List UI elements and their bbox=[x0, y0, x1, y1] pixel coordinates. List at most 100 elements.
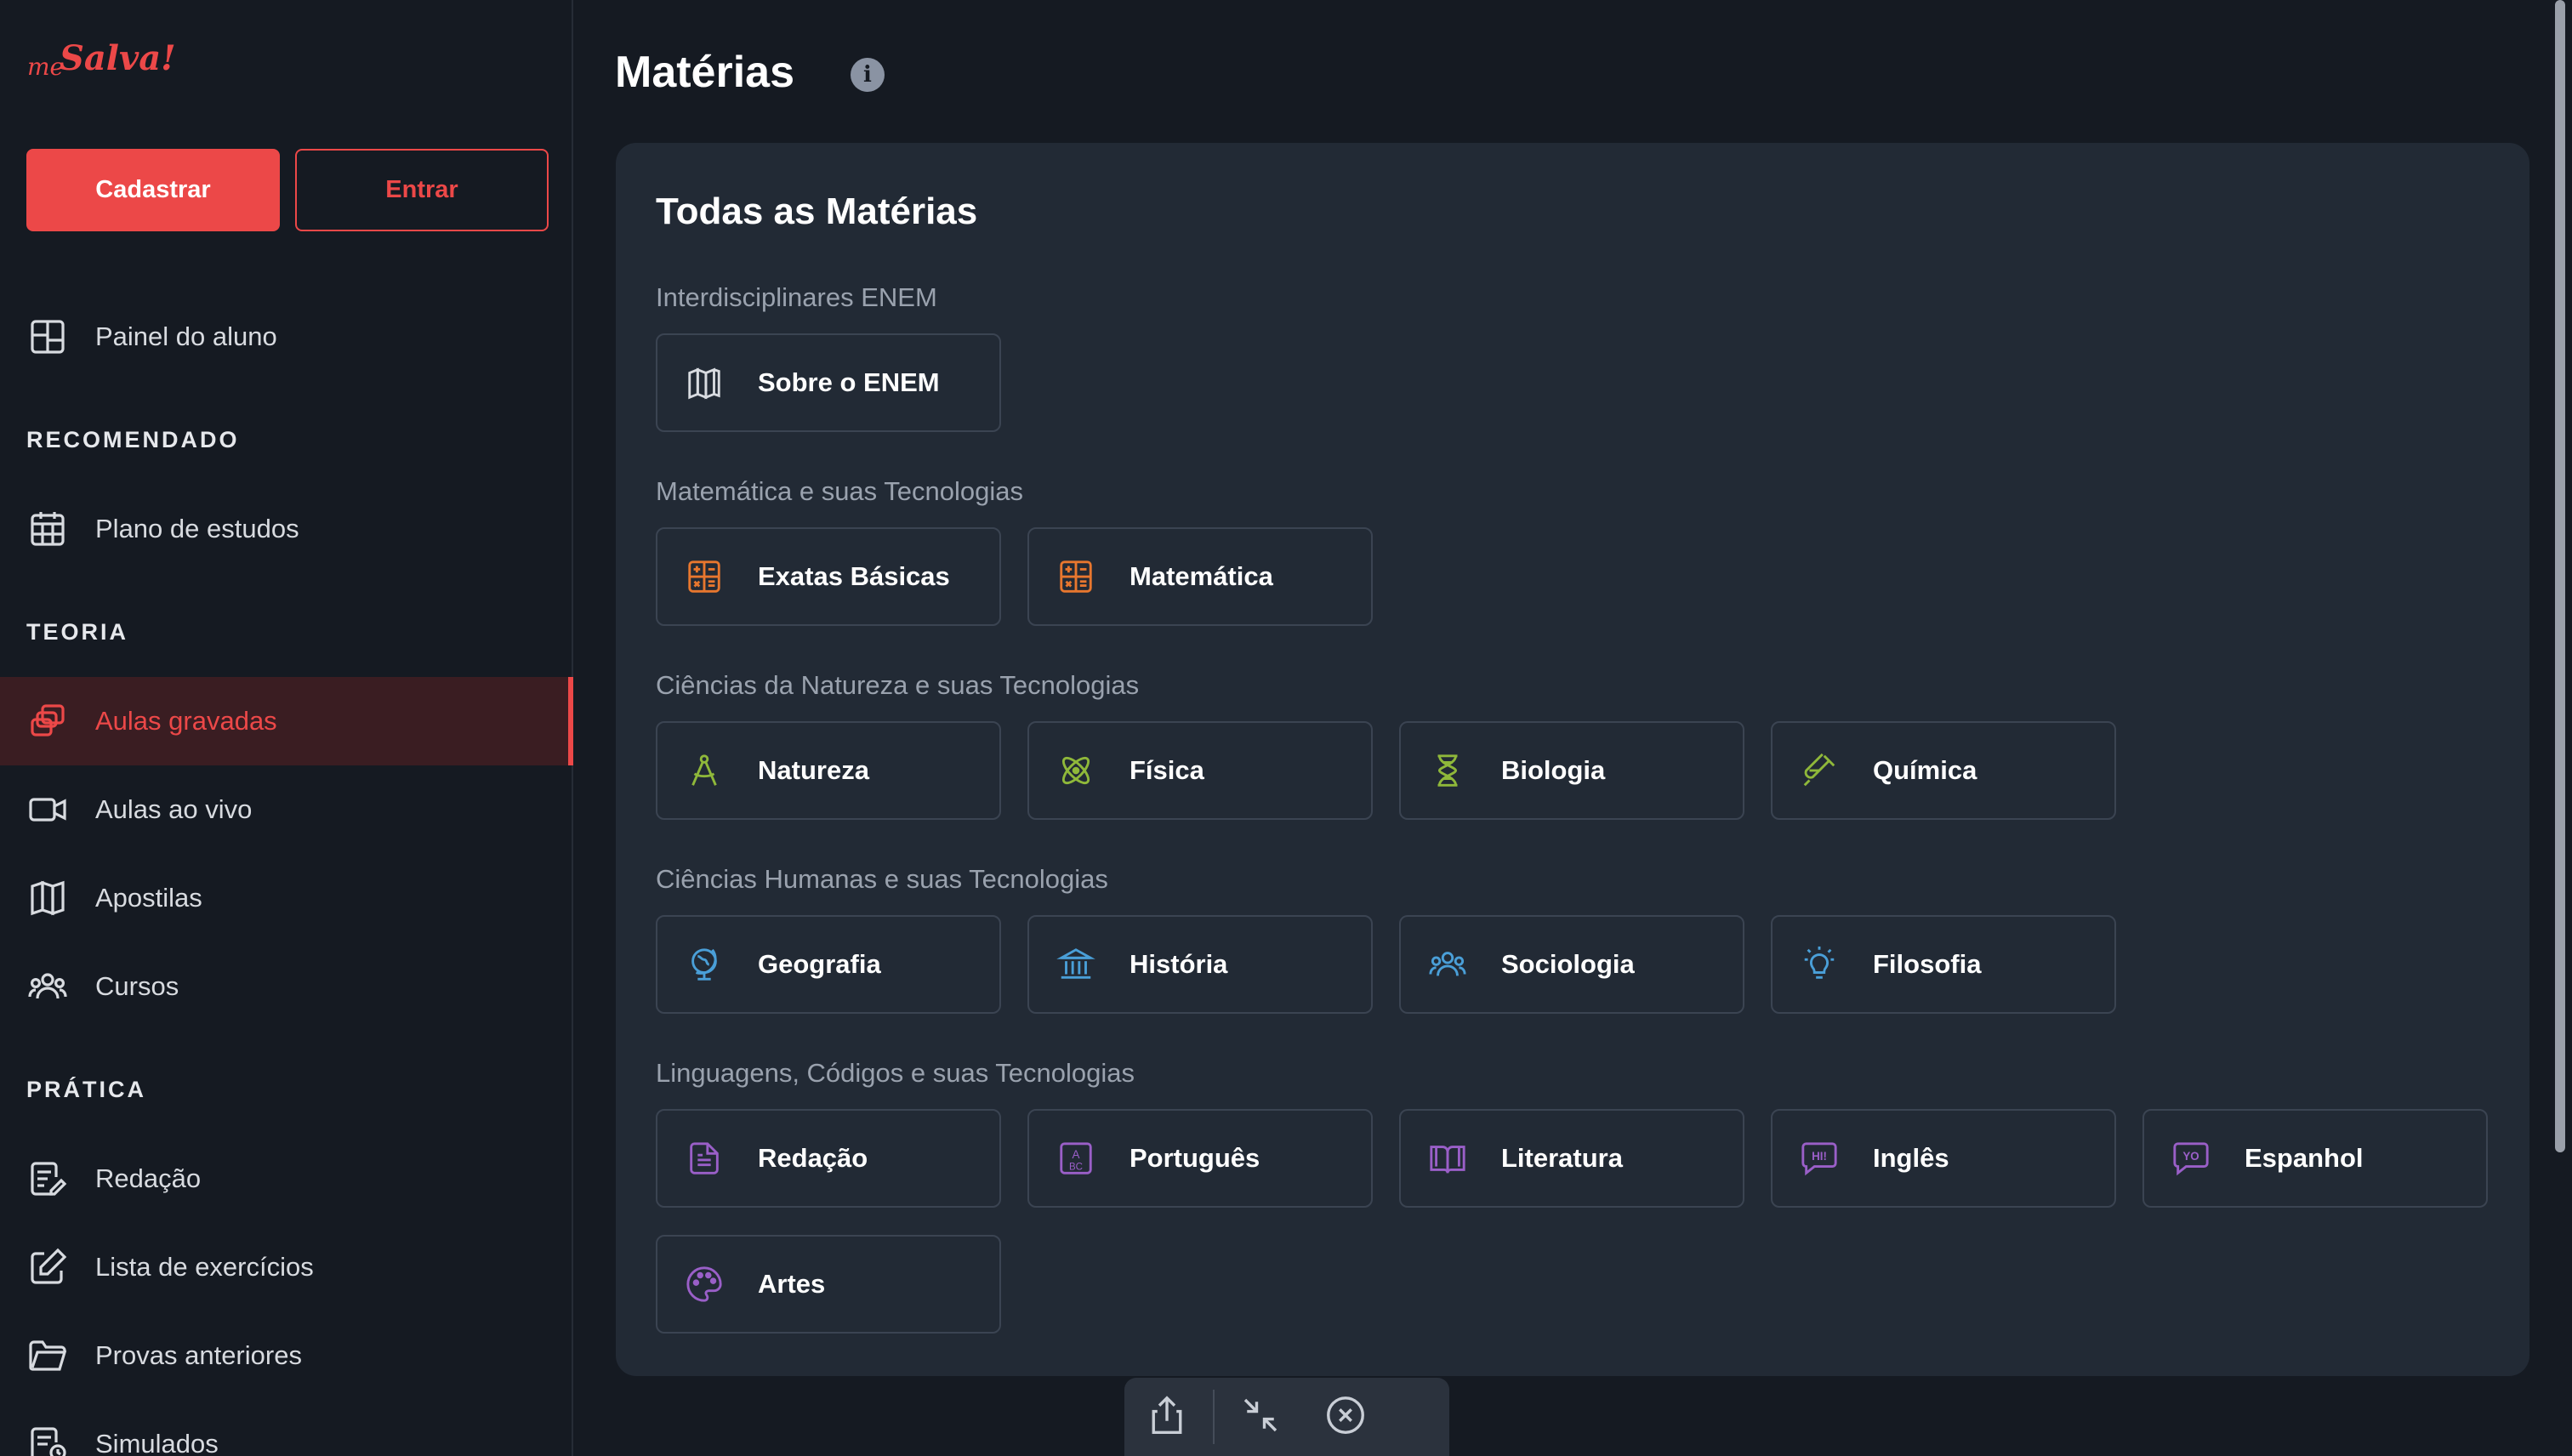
sidebar-item-label: Simulados bbox=[95, 1429, 219, 1456]
globe-icon bbox=[683, 943, 726, 986]
subject-label: Espanhol bbox=[2245, 1143, 2364, 1173]
group-label-humanas: Ciências Humanas e suas Tecnologias bbox=[656, 864, 1108, 894]
section-theory: TEORIA bbox=[26, 619, 129, 645]
palette-icon bbox=[683, 1263, 726, 1305]
calculator-icon bbox=[683, 555, 726, 598]
svg-text:me: me bbox=[27, 53, 64, 81]
sidebar-item-plano[interactable]: Plano de estudos bbox=[0, 485, 573, 573]
video-camera-icon bbox=[26, 788, 69, 831]
compass-icon bbox=[683, 749, 726, 792]
subject-label: Inglês bbox=[1873, 1143, 1949, 1173]
calendar-icon bbox=[26, 508, 69, 550]
subject-literatura[interactable]: Literatura bbox=[1399, 1109, 1744, 1208]
subject-sobre-enem[interactable]: Sobre o ENEM bbox=[656, 333, 1001, 432]
subject-label: Redação bbox=[758, 1143, 868, 1173]
sidebar-item-simulados[interactable]: Simulados bbox=[0, 1400, 573, 1456]
folder-icon bbox=[26, 1334, 69, 1377]
sidebar: me Salva! Cadastrar Entrar Painel do alu… bbox=[0, 0, 573, 1456]
subject-ingles[interactable]: HI! Inglês bbox=[1771, 1109, 2116, 1208]
sidebar-item-label: Aulas gravadas bbox=[95, 706, 277, 736]
group-label-natureza: Ciências da Natureza e suas Tecnologias bbox=[656, 670, 1140, 700]
dna-icon bbox=[1426, 749, 1469, 792]
sidebar-item-label: Plano de estudos bbox=[95, 514, 299, 543]
subject-matematica[interactable]: Matemática bbox=[1027, 527, 1373, 626]
sidebar-item-lista-exercicios[interactable]: Lista de exercícios bbox=[0, 1223, 573, 1311]
sidebar-item-painel[interactable]: Painel do aluno bbox=[0, 293, 573, 381]
document-icon bbox=[683, 1137, 726, 1180]
subject-artes[interactable]: Artes bbox=[656, 1235, 1001, 1334]
open-book-icon bbox=[1426, 1137, 1469, 1180]
subject-quimica[interactable]: Química bbox=[1771, 721, 2116, 820]
svg-text:BC: BC bbox=[1069, 1162, 1083, 1172]
subject-portugues[interactable]: A BC Português bbox=[1027, 1109, 1373, 1208]
card-title: Todas as Matérias bbox=[656, 191, 978, 232]
sidebar-item-label: Redação bbox=[95, 1163, 202, 1193]
group-label-interdisciplinares: Interdisciplinares ENEM bbox=[656, 282, 937, 312]
subject-biologia[interactable]: Biologia bbox=[1399, 721, 1744, 820]
close-button[interactable] bbox=[1303, 1378, 1388, 1456]
subject-label: História bbox=[1130, 949, 1228, 979]
document-pen-icon bbox=[26, 1157, 69, 1200]
login-button[interactable]: Entrar bbox=[295, 149, 549, 231]
scrollbar-track[interactable] bbox=[2546, 0, 2572, 1456]
svg-text:HI!: HI! bbox=[1812, 1150, 1827, 1163]
subject-sociologia[interactable]: Sociologia bbox=[1399, 915, 1744, 1014]
people-icon bbox=[1426, 943, 1469, 986]
subject-label: Química bbox=[1873, 755, 1977, 785]
mesalva-logo[interactable]: me Salva! bbox=[26, 31, 179, 90]
sidebar-item-label: Apostilas bbox=[95, 883, 202, 913]
subject-geografia[interactable]: Geografia bbox=[656, 915, 1001, 1014]
subject-historia[interactable]: História bbox=[1027, 915, 1373, 1014]
svg-text:YO: YO bbox=[2182, 1150, 2199, 1163]
subject-label: Sobre o ENEM bbox=[758, 367, 940, 397]
sidebar-item-aulas-gravadas[interactable]: Aulas gravadas bbox=[0, 677, 573, 765]
subjects-card: Todas as Matérias Interdisciplinares ENE… bbox=[616, 143, 2529, 1376]
subject-redacao[interactable]: Redação bbox=[656, 1109, 1001, 1208]
test-tube-icon bbox=[1798, 749, 1841, 792]
floating-toolbar bbox=[1124, 1378, 1449, 1456]
subject-label: Filosofia bbox=[1873, 949, 1982, 979]
sidebar-item-redacao[interactable]: Redação bbox=[0, 1135, 573, 1223]
abc-icon: A BC bbox=[1055, 1137, 1097, 1180]
subject-filosofia[interactable]: Filosofia bbox=[1771, 915, 2116, 1014]
subject-label: Natureza bbox=[758, 755, 869, 785]
svg-text:A: A bbox=[1073, 1148, 1080, 1161]
subject-label: Física bbox=[1130, 755, 1204, 785]
close-circle-icon bbox=[1323, 1392, 1369, 1442]
subject-label: Literatura bbox=[1501, 1143, 1623, 1173]
page-title: Matérias bbox=[615, 48, 794, 97]
share-button[interactable] bbox=[1124, 1378, 1209, 1456]
minimize-button[interactable] bbox=[1218, 1378, 1303, 1456]
recorded-lessons-icon bbox=[26, 700, 69, 742]
sidebar-item-label: Cursos bbox=[95, 971, 179, 1001]
subject-label: Sociologia bbox=[1501, 949, 1635, 979]
subject-natureza[interactable]: Natureza bbox=[656, 721, 1001, 820]
subject-label: Geografia bbox=[758, 949, 881, 979]
section-recommended: RECOMENDADO bbox=[26, 427, 240, 452]
subject-espanhol[interactable]: YO Espanhol bbox=[2142, 1109, 2488, 1208]
subject-exatas-basicas[interactable]: Exatas Básicas bbox=[656, 527, 1001, 626]
subject-label: Artes bbox=[758, 1269, 826, 1299]
speech-yo-icon: YO bbox=[2170, 1137, 2212, 1180]
signup-button[interactable]: Cadastrar bbox=[26, 149, 280, 231]
sidebar-item-label: Lista de exercícios bbox=[95, 1252, 314, 1282]
book-open-icon bbox=[26, 877, 69, 919]
section-practice: PRÁTICA bbox=[26, 1077, 146, 1102]
sidebar-item-aulas-ao-vivo[interactable]: Aulas ao vivo bbox=[0, 765, 573, 854]
lightbulb-icon bbox=[1798, 943, 1841, 986]
auth-buttons: Cadastrar Entrar bbox=[26, 149, 549, 231]
minimize-icon bbox=[1238, 1392, 1283, 1442]
group-label-matematica: Matemática e suas Tecnologias bbox=[656, 476, 1023, 506]
sidebar-item-apostilas[interactable]: Apostilas bbox=[0, 854, 573, 942]
subject-label: Português bbox=[1130, 1143, 1260, 1173]
subject-fisica[interactable]: Física bbox=[1027, 721, 1373, 820]
info-icon[interactable]: i bbox=[851, 58, 885, 92]
sidebar-item-cursos[interactable]: Cursos bbox=[0, 942, 573, 1031]
sidebar-item-label: Painel do aluno bbox=[95, 321, 277, 351]
share-icon bbox=[1144, 1392, 1190, 1442]
edit-icon bbox=[26, 1246, 69, 1288]
scrollbar-thumb[interactable] bbox=[2555, 0, 2565, 1152]
sidebar-item-label: Aulas ao vivo bbox=[95, 794, 253, 824]
atom-icon bbox=[1055, 749, 1097, 792]
sidebar-item-provas-anteriores[interactable]: Provas anteriores bbox=[0, 1311, 573, 1400]
